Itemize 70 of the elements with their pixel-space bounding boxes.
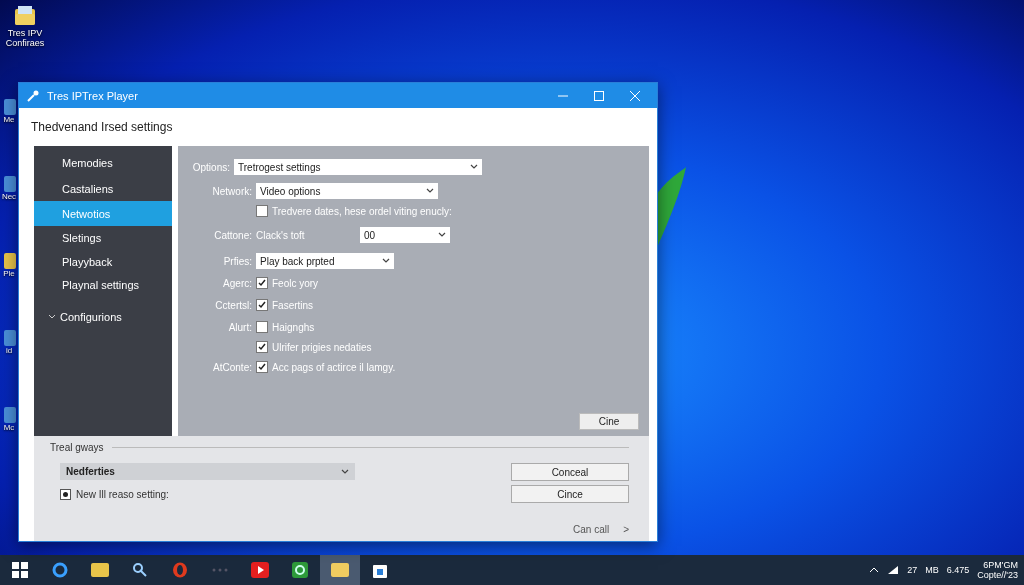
clock[interactable]: 6PM'GM Copte//'23 <box>977 560 1018 580</box>
checkmark-icon <box>258 343 266 351</box>
checkbox-label: Fasertins <box>272 299 314 311</box>
network-icon[interactable] <box>887 565 900 575</box>
checkbox[interactable] <box>256 341 268 353</box>
checkbox[interactable] <box>256 299 268 311</box>
chevron-down-icon <box>438 232 446 238</box>
app-logo-icon <box>27 89 39 102</box>
checkbox[interactable] <box>256 321 268 333</box>
chevron-down-icon <box>426 188 434 194</box>
radio-dot-icon <box>63 491 68 497</box>
chevron-up-icon[interactable] <box>869 567 880 573</box>
dropdown[interactable]: Play back prpted <box>256 253 394 269</box>
sidebar-item[interactable]: Playyback <box>34 250 172 273</box>
desktop-icon-label: Mc <box>3 423 15 433</box>
windows-icon <box>12 562 28 578</box>
dropdown[interactable]: Tretrogest settings <box>234 159 482 175</box>
dropdown[interactable]: Video options <box>256 183 438 199</box>
maximize-icon <box>594 90 604 101</box>
checkmark-icon <box>258 363 266 371</box>
checkbox[interactable] <box>256 205 268 217</box>
dropdown[interactable]: Nedferties <box>60 463 355 480</box>
folder-icon[interactable] <box>13 4 37 28</box>
field-label: Network: <box>211 185 252 197</box>
desktop-icon-label: Ple <box>3 269 15 279</box>
dropdown[interactable]: 00 <box>360 227 450 243</box>
panel-button[interactable]: Cine <box>579 413 639 430</box>
checkbox[interactable] <box>256 361 268 373</box>
checkbox-label: Feolc yory <box>272 277 319 289</box>
checkbox-label: Acc pags of actirce il lamgy. <box>272 361 396 373</box>
app-icon[interactable] <box>2 253 16 270</box>
footer-link[interactable]: Can call > <box>573 524 629 535</box>
radio-button[interactable] <box>60 488 71 500</box>
desktop-icon-label: Tres IPV Confiraes <box>4 28 46 49</box>
checkbox[interactable] <box>256 277 268 289</box>
tray-text: 27 <box>907 565 918 575</box>
desktop-icon-label: Nec <box>1 191 17 202</box>
checkmark-icon <box>258 301 266 309</box>
window-title: Tres IPTrex Player <box>47 89 139 102</box>
field-label: AtConte: <box>212 361 252 373</box>
sidebar-item[interactable]: Castaliens <box>34 176 172 201</box>
field-label: Options: <box>191 161 230 173</box>
checkbox-label: Tredvere dates, hese ordel viting enucly: <box>272 205 452 217</box>
checkbox-label: Ulrifer prigies nedaties <box>272 341 372 353</box>
field-text: Clack's toft <box>256 229 306 241</box>
field-label: Cctertsl: <box>214 299 252 311</box>
chevron-down-icon <box>341 468 349 475</box>
sidebar-item[interactable]: Sletings <box>34 226 172 250</box>
checkmark-icon <box>258 279 266 287</box>
chevron-down-icon <box>470 164 478 170</box>
sidebar-item[interactable]: Playnal settings <box>34 273 172 297</box>
dialog-button[interactable]: Cince <box>511 485 629 503</box>
checkbox-label: Haignghs <box>272 321 315 333</box>
chevron-down-icon <box>48 313 56 321</box>
field-label: Agerc: <box>222 277 252 289</box>
close-icon <box>630 90 640 101</box>
desktop-icon-label: id <box>5 346 13 356</box>
sidebar-item[interactable]: Memodies <box>34 150 172 176</box>
tray-text: MB <box>925 565 939 575</box>
field-label: Cattone: <box>213 229 252 241</box>
radio-label: New Ill reaso setting: <box>76 488 169 500</box>
chevron-down-icon <box>382 258 390 264</box>
field-label: Prfies: <box>222 255 252 267</box>
group-label: Treal gways <box>50 442 104 453</box>
dialog-button[interactable]: Conceal <box>511 463 629 481</box>
tray-text: 6.475 <box>946 565 970 575</box>
field-label: Alurt: <box>227 321 252 333</box>
desktop-icon-label: Me <box>3 114 15 124</box>
page-heading: Thedvenand Irsed settings <box>31 120 173 134</box>
sidebar-item[interactable]: Configurions <box>34 297 172 337</box>
